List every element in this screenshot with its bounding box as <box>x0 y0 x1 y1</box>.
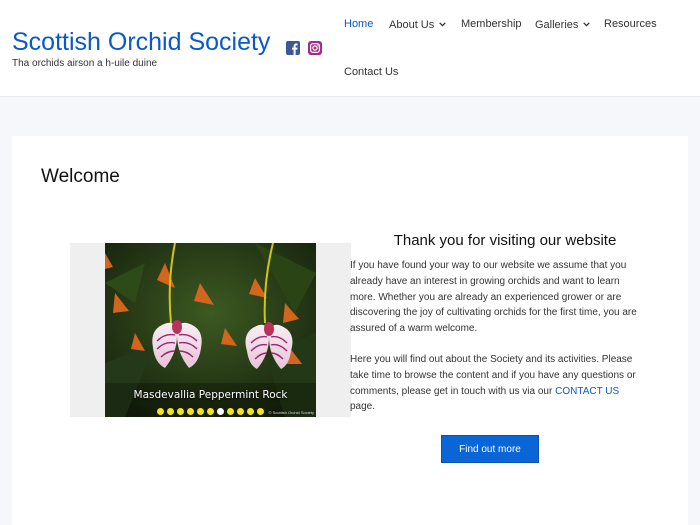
nav-item-resources[interactable]: Resources <box>604 18 657 30</box>
site-title-link[interactable]: Scottish Orchid Society <box>12 28 270 57</box>
slider-dot[interactable] <box>227 408 234 415</box>
site-tagline: Tha orchids airson a h-uile duine <box>12 58 158 69</box>
nav-item-contact-us[interactable]: Contact Us <box>344 66 398 78</box>
slide-credit: © Scottish Orchid Society <box>268 410 314 415</box>
image-slider[interactable]: Masdevallia Peppermint Rock © Scottish O… <box>105 243 316 417</box>
slider-dot[interactable] <box>177 408 184 415</box>
slider-dot[interactable] <box>187 408 194 415</box>
nav-item-galleries[interactable]: Galleries <box>535 18 591 31</box>
find-out-more-button[interactable]: Find out more <box>441 435 539 463</box>
slider-dots <box>157 408 264 415</box>
slider-dot[interactable] <box>197 408 204 415</box>
slider-dot[interactable] <box>217 408 224 415</box>
social-links <box>286 41 322 55</box>
slider-dot[interactable] <box>257 408 264 415</box>
nav-item-home[interactable]: Home <box>344 18 373 30</box>
chevron-down-icon <box>583 18 591 30</box>
slider-dot[interactable] <box>167 408 174 415</box>
nav-item-about-us[interactable]: About Us <box>389 18 446 31</box>
intro-paragraph-1: If you have found your way to our websit… <box>350 260 637 335</box>
contact-us-link[interactable]: CONTACT US <box>555 386 619 397</box>
intro-section: Thank you for visiting our website If yo… <box>350 232 640 415</box>
intro-heading: Thank you for visiting our website <box>393 232 617 249</box>
nav-item-membership[interactable]: Membership <box>461 18 522 30</box>
facebook-icon[interactable] <box>286 41 300 55</box>
intro-paragraph-2: Here you will find out about the Society… <box>350 353 636 413</box>
slider-dot[interactable] <box>207 408 214 415</box>
slide-caption: Masdevallia Peppermint Rock <box>133 389 288 401</box>
content-card: Welcome Masdevallia Peppermint Rock © Sc… <box>12 136 688 525</box>
instagram-icon[interactable] <box>308 41 322 55</box>
slider-dot[interactable] <box>157 408 164 415</box>
page-title: Welcome <box>41 166 120 187</box>
chevron-down-icon <box>439 18 446 30</box>
site-header: Scottish Orchid Society Tha orchids airs… <box>0 0 700 97</box>
slider-dot[interactable] <box>247 408 254 415</box>
slider-dot[interactable] <box>237 408 244 415</box>
